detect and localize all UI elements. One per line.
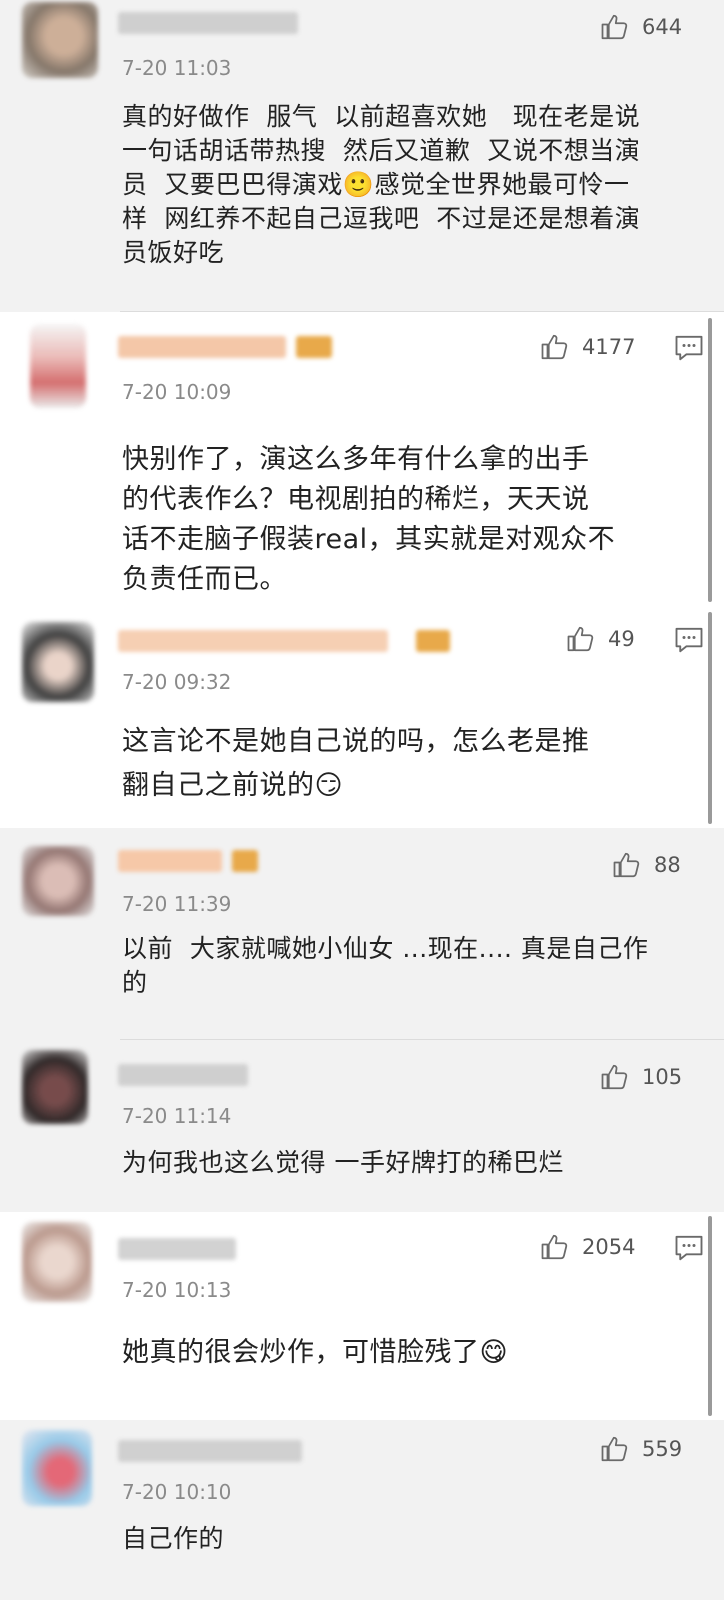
comment-card: 49 7-20 09:32 这言论不是她自己说的吗，怎么老是推 翻自己之前说的😏 bbox=[0, 608, 724, 828]
scrollbar[interactable] bbox=[708, 612, 712, 824]
avatar[interactable] bbox=[22, 1222, 92, 1302]
comment-card: 644 7-20 11:03 真的好做作 服气 以前超喜欢她 现在老是说 一句话… bbox=[0, 0, 724, 312]
comment-text: 快别作了，演这么多年有什么拿的出手 的代表作么？电视剧拍的稀烂，天天说 话不走脑… bbox=[122, 444, 616, 595]
thumbs-up-icon bbox=[601, 14, 628, 40]
like-count: 559 bbox=[642, 1437, 683, 1461]
like-button[interactable]: 105 bbox=[600, 1060, 682, 1094]
thumbs-up-icon bbox=[601, 1436, 628, 1462]
thumbs-up-icon bbox=[541, 1234, 568, 1260]
reply-icon[interactable] bbox=[674, 1234, 704, 1262]
comment-card: 559 7-20 10:10 自己作的 bbox=[0, 1420, 724, 1600]
avatar[interactable] bbox=[22, 622, 94, 702]
username[interactable] bbox=[118, 10, 308, 38]
avatar[interactable] bbox=[30, 324, 86, 408]
comment-card: 2054 7-20 10:13 她真的很会炒作，可惜脸残了😋 bbox=[0, 1212, 724, 1420]
like-count: 4177 bbox=[582, 335, 636, 359]
comment-time: 7-20 11:03 bbox=[122, 56, 232, 80]
thumbs-up-icon bbox=[541, 334, 568, 360]
thumbs-up-icon bbox=[601, 1064, 628, 1090]
like-button[interactable]: 644 bbox=[600, 10, 682, 44]
like-count: 49 bbox=[608, 627, 635, 651]
reply-icon[interactable] bbox=[674, 626, 704, 654]
like-button[interactable]: 49 bbox=[566, 622, 635, 656]
like-button[interactable]: 559 bbox=[600, 1432, 682, 1466]
comment-time: 7-20 10:13 bbox=[122, 1278, 232, 1302]
comment-text: 为何我也这么觉得 一手好牌打的稀巴烂 bbox=[122, 1148, 564, 1177]
like-count: 105 bbox=[642, 1065, 683, 1089]
comment-text: 自己作的 bbox=[122, 1524, 225, 1553]
avatar[interactable] bbox=[22, 1430, 92, 1506]
username[interactable] bbox=[118, 334, 338, 362]
comment-time: 7-20 10:09 bbox=[122, 380, 232, 404]
comment-card: 4177 7-20 10:09 快别作了，演这么多年有什么拿的出手 的代表作么？… bbox=[0, 312, 724, 608]
like-button[interactable]: 2054 bbox=[540, 1230, 635, 1264]
thumbs-up-icon bbox=[567, 626, 594, 652]
avatar[interactable] bbox=[22, 846, 94, 916]
like-count: 644 bbox=[642, 15, 683, 39]
reply-icon[interactable] bbox=[674, 334, 704, 362]
username[interactable] bbox=[118, 1236, 248, 1264]
comment-time: 7-20 11:14 bbox=[122, 1104, 232, 1128]
username[interactable] bbox=[118, 628, 458, 656]
like-count: 88 bbox=[654, 853, 681, 877]
username[interactable] bbox=[118, 848, 278, 876]
like-button[interactable]: 4177 bbox=[540, 330, 635, 364]
comment-text: 以前 大家就喊她小仙女 ...现在.... 真是自己作 的 bbox=[122, 934, 649, 997]
scrollbar[interactable] bbox=[708, 318, 712, 602]
username[interactable] bbox=[118, 1438, 308, 1466]
avatar[interactable] bbox=[22, 2, 98, 78]
scrollbar[interactable] bbox=[708, 1216, 712, 1416]
like-button[interactable]: 88 bbox=[612, 848, 681, 882]
comment-text: 她真的很会炒作，可惜脸残了😋 bbox=[122, 1337, 509, 1368]
comment-time: 7-20 11:39 bbox=[122, 892, 232, 916]
comment-card: 105 7-20 11:14 为何我也这么觉得 一手好牌打的稀巴烂 bbox=[0, 1040, 724, 1212]
thumbs-up-icon bbox=[613, 852, 640, 878]
avatar[interactable] bbox=[22, 1050, 88, 1124]
username[interactable] bbox=[118, 1062, 258, 1090]
comment-time: 7-20 10:10 bbox=[122, 1480, 232, 1504]
comment-card: 88 7-20 11:39 以前 大家就喊她小仙女 ...现在.... 真是自己… bbox=[0, 828, 724, 1040]
comment-text: 真的好做作 服气 以前超喜欢她 现在老是说 一句话胡话带热搜 然后又道歉 又说不… bbox=[122, 102, 641, 267]
comment-time: 7-20 09:32 bbox=[122, 670, 232, 694]
like-count: 2054 bbox=[582, 1235, 636, 1259]
comment-text: 这言论不是她自己说的吗，怎么老是推 翻自己之前说的😏 bbox=[122, 726, 590, 801]
